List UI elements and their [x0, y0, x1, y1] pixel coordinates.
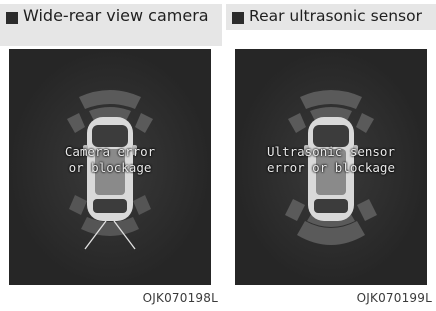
panel-title: Wide-rear view camera — [23, 6, 209, 25]
panel-wide-rear-view-camera: Wide-rear view camera Camera error or bl… — [0, 0, 222, 311]
panel-header: Rear ultrasonic sensor — [226, 4, 436, 30]
figure-code: OJK070199L — [356, 291, 432, 305]
display-screen: Ultrasonic sensor error or blockage — [235, 49, 427, 285]
square-bullet-icon — [232, 12, 244, 24]
panel-title: Rear ultrasonic sensor — [249, 7, 422, 25]
square-bullet-icon — [6, 12, 18, 24]
panel-header: Wide-rear view camera — [0, 4, 222, 46]
error-message: Camera error or blockage — [64, 144, 156, 175]
display-screen: Camera error or blockage — [9, 49, 211, 285]
figure: Wide-rear view camera Camera error or bl… — [0, 0, 436, 311]
panel-rear-ultrasonic-sensor: Rear ultrasonic sensor Ultrasonic sensor… — [226, 0, 436, 311]
figure-code: OJK070198L — [142, 291, 218, 305]
error-message: Ultrasonic sensor error or blockage — [267, 144, 395, 175]
